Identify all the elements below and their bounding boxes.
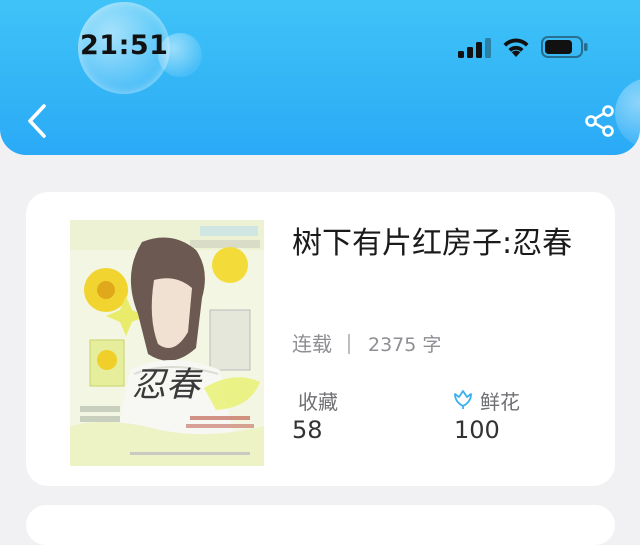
meta-divider	[348, 334, 350, 354]
svg-text:忍春: 忍春	[132, 365, 203, 405]
decorative-bubble	[615, 78, 640, 148]
cellular-signal-icon	[458, 38, 491, 58]
serial-status: 连载	[292, 332, 332, 356]
wifi-icon	[503, 38, 529, 57]
book-info-card[interactable]: 忍春 树下有片红房子:忍春 连载 2375 字 收藏 58 鲜花 100	[26, 192, 615, 486]
cover-illustration: 忍春	[70, 220, 264, 466]
share-button[interactable]	[583, 104, 617, 138]
top-header: 21:51	[0, 0, 640, 155]
favorites-count[interactable]: 58	[292, 416, 323, 444]
flowers-label[interactable]: 鲜花	[480, 386, 520, 415]
status-time: 21:51	[80, 30, 169, 61]
book-meta: 连载 2375 字	[292, 328, 441, 357]
book-cover-image[interactable]: 忍春	[70, 220, 264, 466]
book-title: 树下有片红房子:忍春	[292, 226, 573, 261]
back-button[interactable]	[22, 102, 52, 140]
word-count: 2375 字	[368, 334, 442, 356]
flower-icon[interactable]	[452, 388, 474, 410]
battery-icon	[541, 36, 588, 58]
flowers-count[interactable]: 100	[454, 416, 500, 444]
favorites-label[interactable]: 收藏	[298, 386, 338, 415]
next-card	[26, 505, 615, 545]
